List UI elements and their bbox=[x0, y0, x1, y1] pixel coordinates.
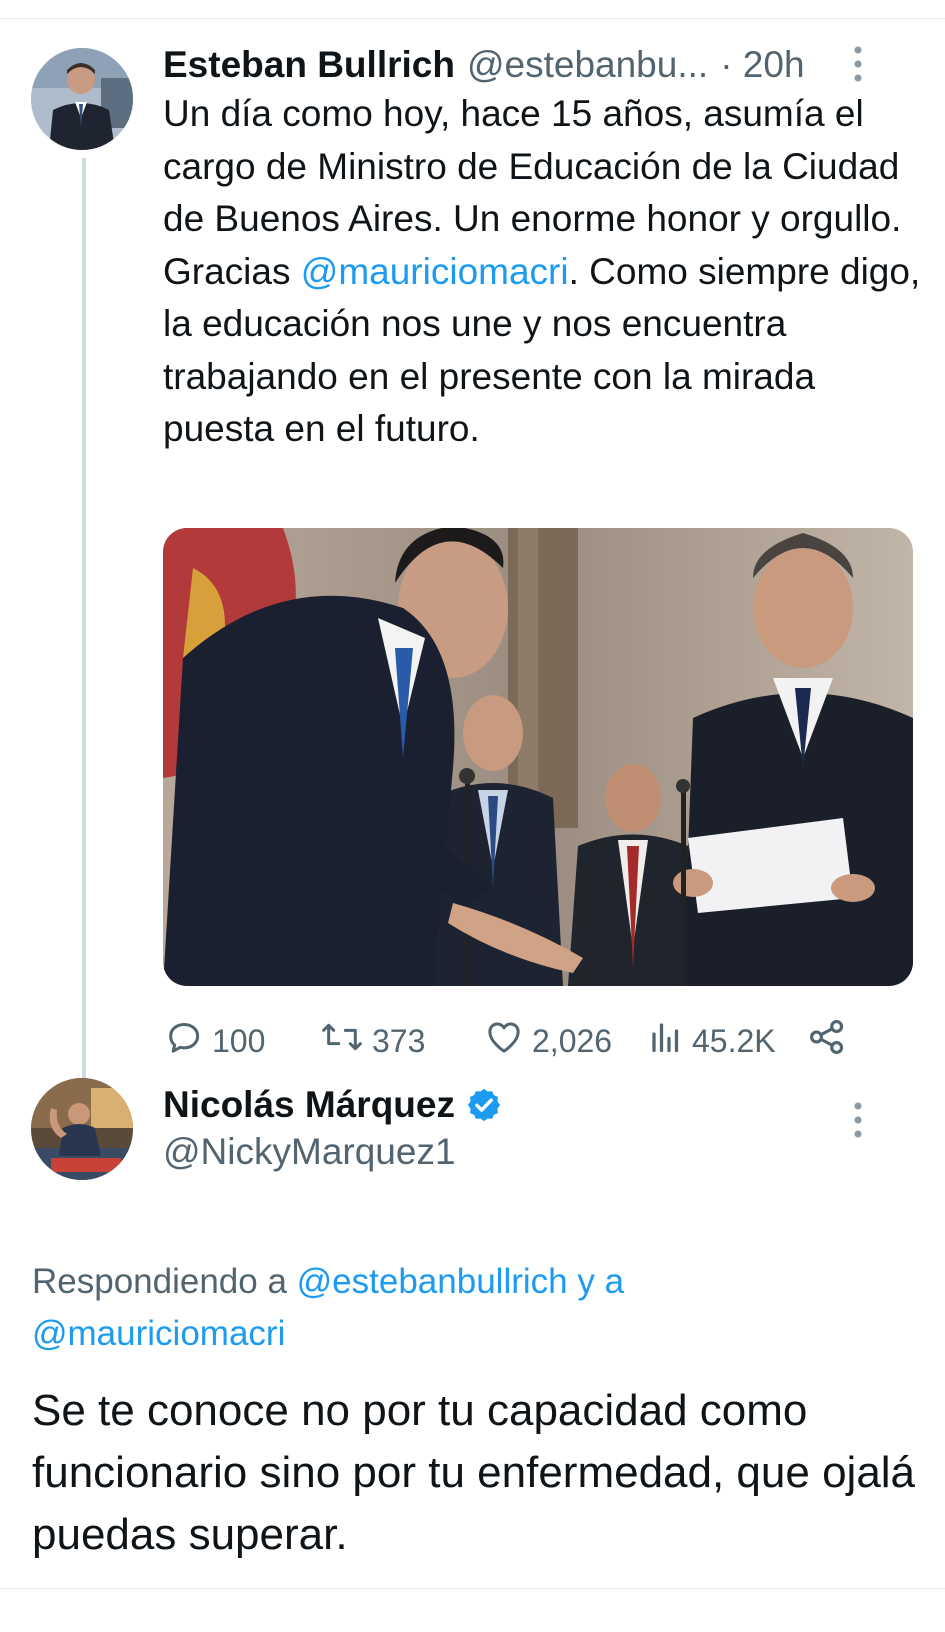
verified-badge-icon bbox=[465, 1086, 503, 1124]
replying-prefix: Respondiendo a bbox=[32, 1262, 297, 1301]
reply-author-handle[interactable]: @NickyMarquez1 bbox=[163, 1128, 456, 1176]
views-count: 45.2K bbox=[692, 1022, 776, 1059]
tweet-text: Un día como hoy, hace 15 años, asumía el… bbox=[163, 88, 923, 456]
retweet-action[interactable]: 373 bbox=[320, 1016, 425, 1066]
retweet-icon bbox=[320, 1017, 364, 1065]
like-count: 2,026 bbox=[532, 1022, 613, 1059]
reply-more-icon[interactable] bbox=[846, 1098, 870, 1142]
tweet-photo[interactable] bbox=[163, 528, 913, 986]
thread-line bbox=[82, 158, 86, 1108]
tweet-time[interactable]: · 20h bbox=[720, 44, 804, 86]
share-icon bbox=[806, 1016, 848, 1066]
mention-link[interactable]: @mauriciomacri bbox=[301, 251, 569, 292]
reply-text: Se te conoce no por tu capacidad como fu… bbox=[32, 1386, 916, 1559]
retweet-count: 373 bbox=[372, 1022, 426, 1059]
like-icon bbox=[484, 1017, 524, 1065]
author-name[interactable]: Esteban Bullrich bbox=[163, 44, 455, 86]
like-action[interactable]: 2,026 bbox=[484, 1016, 612, 1066]
author-avatar[interactable] bbox=[31, 48, 133, 150]
reply-author-name[interactable]: Nicolás Márquez bbox=[163, 1084, 455, 1126]
reply-count: 100 bbox=[212, 1022, 266, 1059]
tweet-header: Esteban Bullrich @estebanbu... · 20h bbox=[163, 40, 805, 90]
more-icon[interactable] bbox=[846, 42, 870, 86]
views-action[interactable]: 45.2K bbox=[648, 1016, 776, 1066]
replying-join: y a bbox=[567, 1262, 625, 1301]
reply-author-avatar[interactable] bbox=[31, 1078, 133, 1180]
views-icon bbox=[648, 1017, 684, 1065]
replying-to: Respondiendo a @estebanbullrich y a @maur… bbox=[32, 1256, 912, 1360]
author-handle[interactable]: @estebanbu... bbox=[467, 44, 708, 86]
reply-action[interactable]: 100 bbox=[164, 1016, 265, 1066]
top-divider bbox=[0, 18, 945, 19]
replying-user1-link[interactable]: @estebanbullrich bbox=[297, 1262, 568, 1301]
reply-header: Nicolás Márquez bbox=[163, 1080, 503, 1130]
share-action[interactable] bbox=[806, 1016, 848, 1066]
bottom-divider bbox=[0, 1588, 945, 1589]
replying-user2-link[interactable]: @mauriciomacri bbox=[32, 1314, 285, 1353]
reply-icon bbox=[164, 1017, 204, 1065]
